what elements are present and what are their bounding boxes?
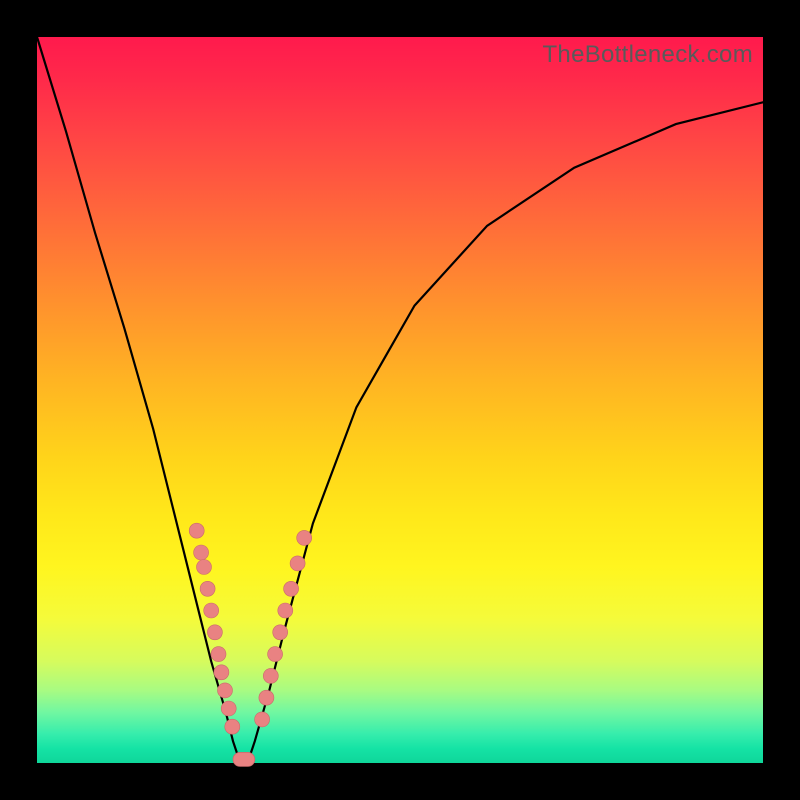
- trough-bar: [233, 752, 255, 766]
- outer-frame: TheBottleneck.com: [0, 0, 800, 800]
- marker-dot: [255, 712, 270, 727]
- marker-dot: [290, 556, 305, 571]
- bottleneck-curve: [37, 37, 763, 763]
- marker-dot: [204, 603, 219, 618]
- marker-dot: [284, 581, 299, 596]
- marker-dot: [189, 523, 204, 538]
- plot-area: TheBottleneck.com: [37, 37, 763, 763]
- chart-overlay: [37, 37, 763, 763]
- marker-dot: [211, 647, 226, 662]
- marker-dot: [259, 690, 274, 705]
- marker-dot: [194, 545, 209, 560]
- marker-dot: [263, 668, 278, 683]
- marker-dot: [218, 683, 233, 698]
- marker-dot: [207, 625, 222, 640]
- marker-dot: [273, 625, 288, 640]
- marker-dot: [268, 647, 283, 662]
- marker-dot: [278, 603, 293, 618]
- marker-dot: [297, 530, 312, 545]
- marker-cluster-left: [189, 523, 240, 734]
- marker-dot: [221, 701, 236, 716]
- marker-dot: [197, 560, 212, 575]
- marker-dot: [200, 581, 215, 596]
- marker-cluster-right: [255, 530, 312, 727]
- marker-dot: [214, 665, 229, 680]
- marker-dot: [225, 719, 240, 734]
